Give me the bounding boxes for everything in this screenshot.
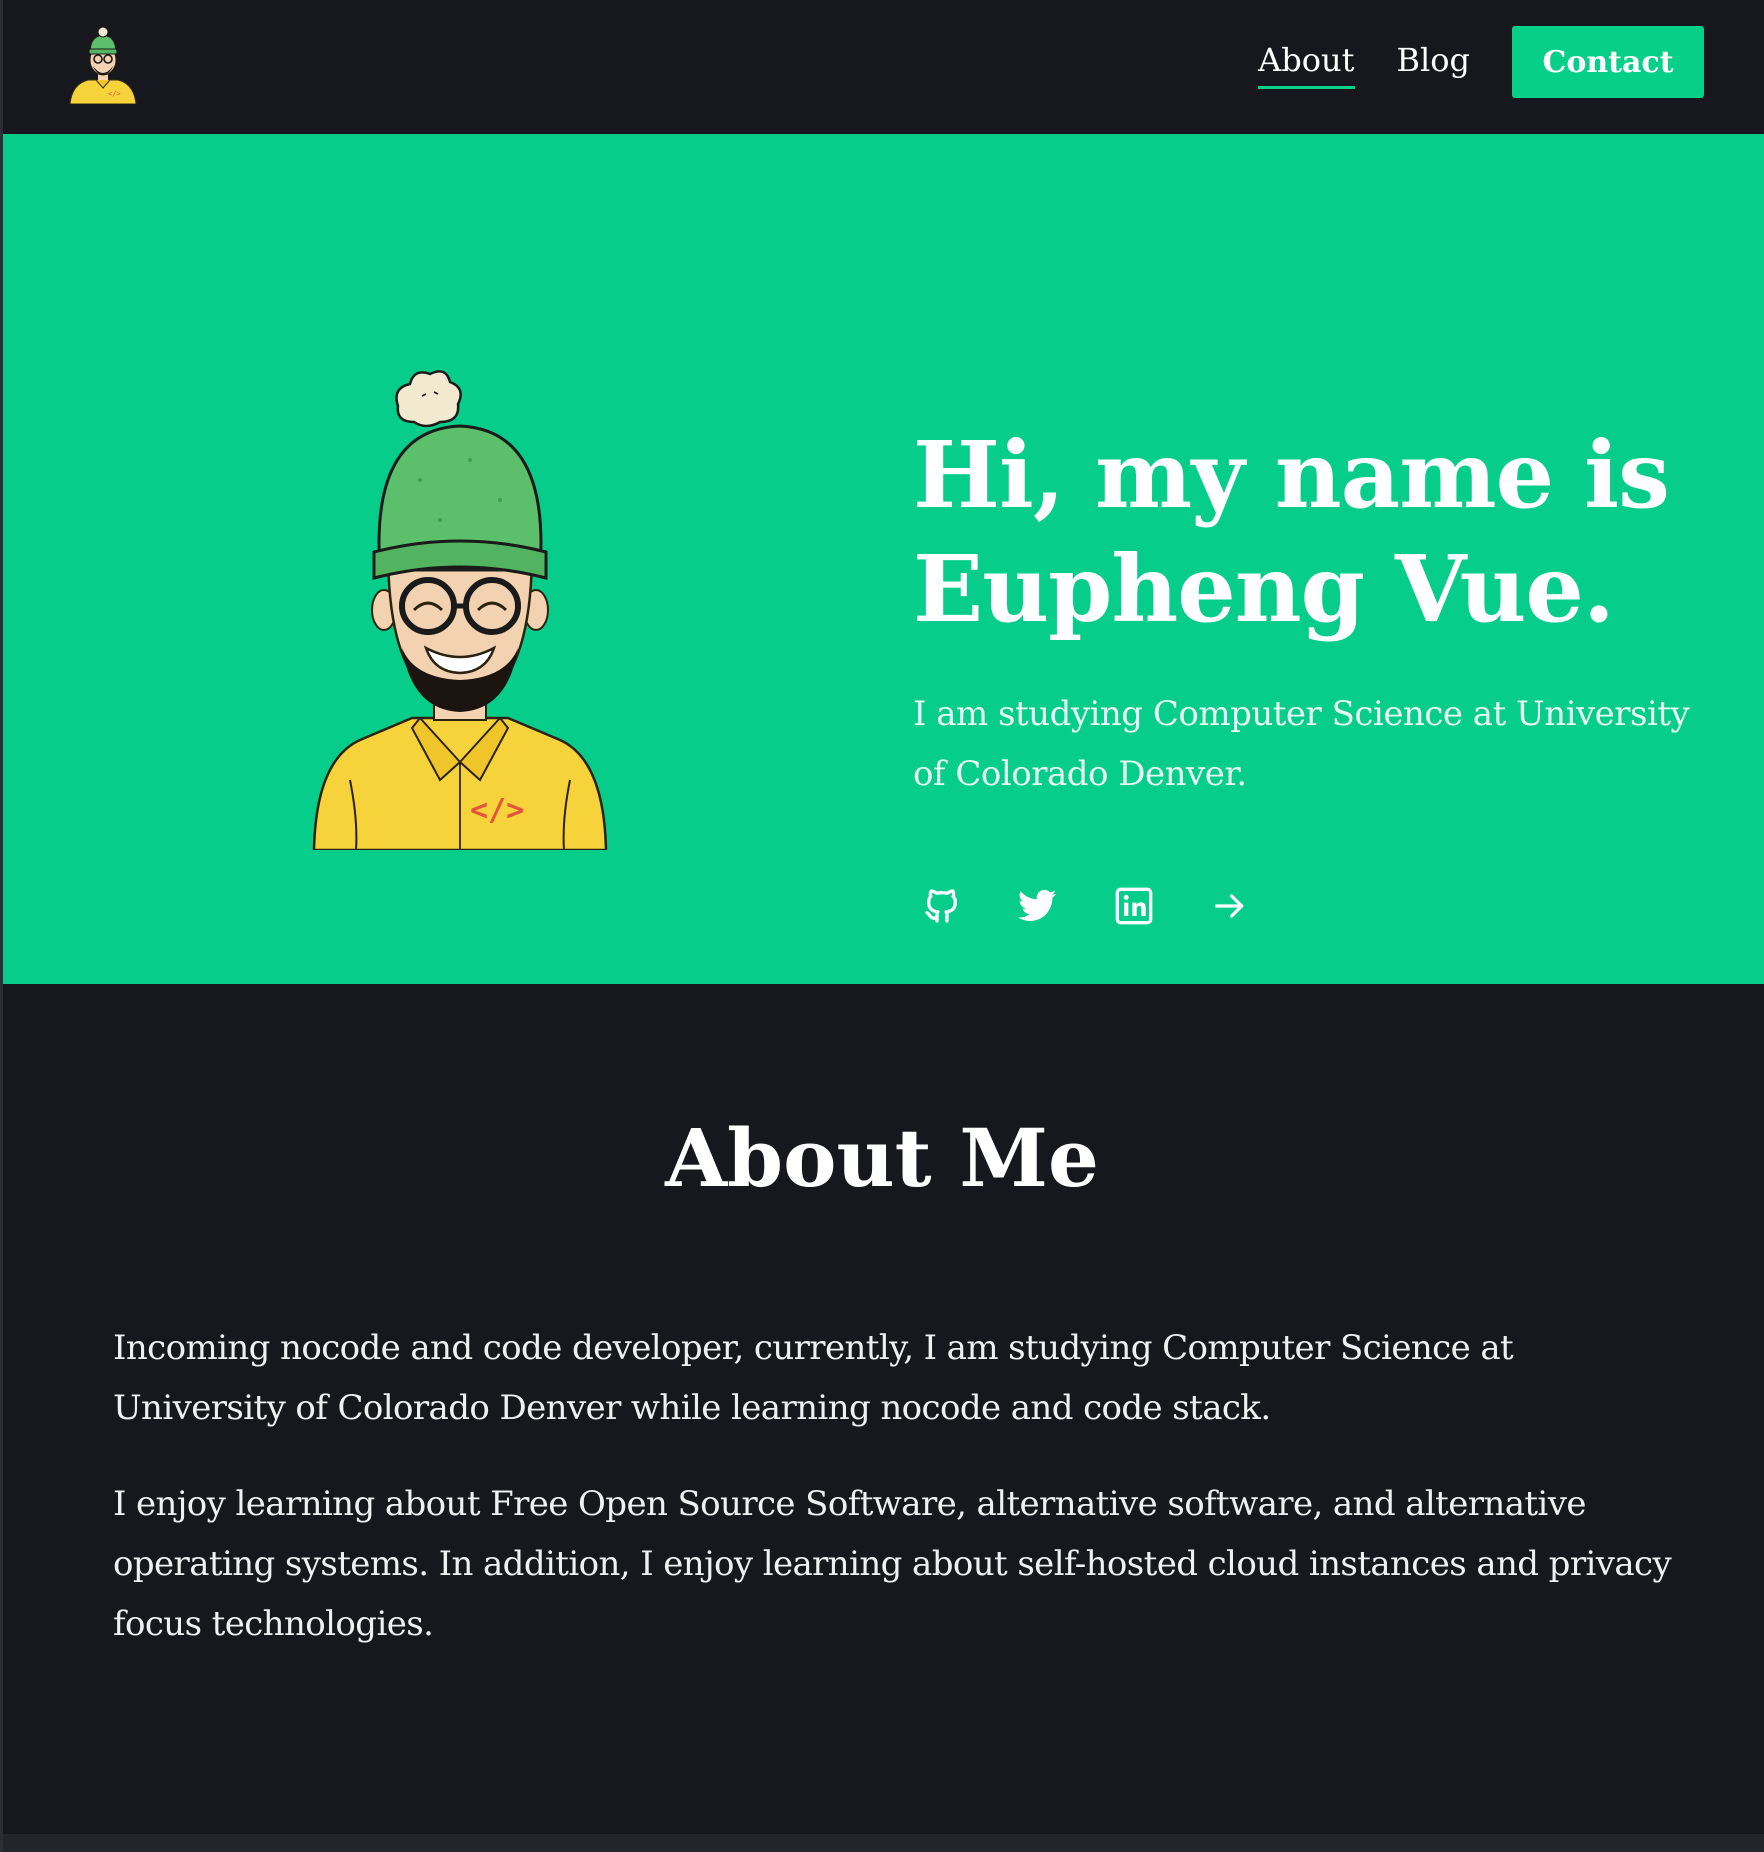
twitter-link[interactable] [1014,882,1062,930]
hero-title: Hi, my name is Eupheng Vue. [913,418,1713,646]
social-links [918,882,1302,930]
twitter-icon [1018,889,1057,921]
main-nav: About Blog Contact [1258,26,1704,98]
contact-button[interactable]: Contact [1512,26,1704,98]
site-header: </> About Blog Contact [0,0,1764,134]
hero-title-line1: Hi, my name is [913,421,1670,529]
about-paragraph-1: Incoming nocode and code developer, curr… [113,1328,1514,1428]
about-section: About Me Incoming nocode and code develo… [0,984,1764,1834]
nav-link-blog[interactable]: Blog [1397,41,1471,83]
hero-section: </> Hi, my name is Eupheng Vue. I am stu… [0,134,1764,984]
page: </> About Blog Contact </> Hi, my name i… [0,0,1764,1852]
github-icon [925,889,957,923]
more-link[interactable] [1206,882,1254,930]
hero-subtitle: I am studying Computer Science at Univer… [913,694,1690,794]
logo-avatar[interactable]: </> [68,22,138,105]
about-paragraph-2: I enjoy learning about Free Open Source … [113,1484,1672,1644]
avatar-icon: </> [69,26,137,105]
linkedin-icon [1115,887,1153,925]
svg-text:</>: </> [108,90,121,98]
avatar-illustration: </> [300,330,620,852]
avatar-illustration-icon: </> [312,370,608,852]
arrow-right-icon [1215,894,1244,918]
nav-link-about[interactable]: About [1258,41,1355,89]
about-title: About Me [665,1111,1099,1205]
linkedin-link[interactable] [1110,882,1158,930]
hero-title-line2: Eupheng Vue. [913,535,1615,643]
footer-strip [0,1834,1764,1852]
github-link[interactable] [918,882,966,930]
svg-text:</>: </> [470,793,524,828]
